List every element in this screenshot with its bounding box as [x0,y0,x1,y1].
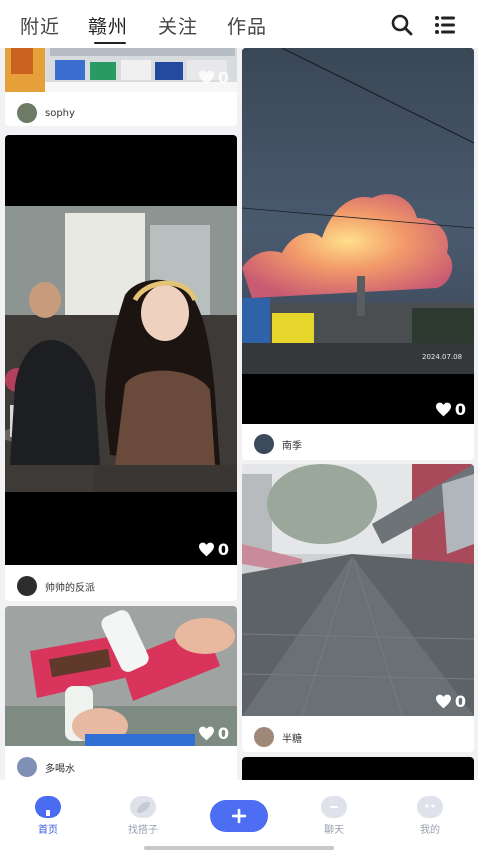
active-tab-indicator [94,42,126,44]
nav-chat-label: 聊天 [324,825,344,836]
tab-nearby[interactable]: 附近 [20,12,60,39]
post-card[interactable]: 0 sophy [5,48,237,126]
create-post-button[interactable] [210,800,268,832]
post-author[interactable]: 半糖 [254,727,302,747]
post-image [5,135,237,565]
like-count-value: 0 [217,724,229,743]
like-count-value: 0 [454,692,466,711]
like-count-value: 0 [217,68,229,87]
tab-following[interactable]: 关注 [158,12,198,39]
home-icon [35,796,61,818]
bottom-nav: 首页 找搭子 聊天 我的 [0,780,478,850]
plus-icon [231,808,247,824]
post-author[interactable]: sophy [17,103,75,123]
author-name: 多喝水 [45,763,75,775]
post-card[interactable] [242,757,474,780]
nav-find-partner[interactable]: 找搭子 [113,796,173,836]
nav-home[interactable]: 首页 [18,796,78,836]
heart-icon [198,726,214,741]
nav-chat[interactable]: 聊天 [304,796,364,836]
author-name: 帅帅的反派 [45,582,95,594]
nav-me[interactable]: 我的 [400,796,460,836]
heart-icon [198,70,214,85]
like-count-value: 0 [217,540,229,559]
like-count[interactable]: 0 [435,400,466,419]
post-card[interactable]: 0 多喝水 [5,606,237,780]
leaf-icon [130,796,156,818]
post-image [242,48,474,424]
like-count[interactable]: 0 [198,540,229,559]
heart-icon [435,402,451,417]
like-count-value: 0 [454,400,466,419]
nav-home-label: 首页 [38,825,58,836]
author-name: sophy [45,107,75,119]
nav-find-partner-label: 找搭子 [128,825,158,836]
heart-icon [435,694,451,709]
tab-works[interactable]: 作品 [227,12,267,39]
top-bar: 附近 赣州 关注 作品 [0,0,478,48]
like-count[interactable]: 0 [435,692,466,711]
search-icon[interactable] [390,13,414,37]
avatar [17,576,37,596]
post-image [242,464,474,716]
avatar [254,434,274,454]
menu-list-icon[interactable] [433,13,457,37]
avatar [17,757,37,777]
post-card[interactable]: 2024.07.08 0 南季 [242,48,474,460]
author-name: 半糖 [282,733,302,745]
post-author[interactable]: 帅帅的反派 [17,576,95,596]
chat-bubble-icon [321,796,347,818]
post-card[interactable]: 0 帅帅的反派 [5,135,237,601]
heart-icon [198,542,214,557]
home-indicator [144,846,334,850]
post-author[interactable]: 南季 [254,434,302,454]
like-count[interactable]: 0 [198,724,229,743]
avatar [17,103,37,123]
nav-me-label: 我的 [420,825,440,836]
like-count[interactable]: 0 [198,68,229,87]
profile-face-icon [417,796,443,818]
photo-date-stamp: 2024.07.08 [422,353,463,361]
author-name: 南季 [282,440,302,452]
tab-ganzhou[interactable]: 赣州 [88,12,128,39]
post-author[interactable]: 多喝水 [17,757,75,777]
avatar [254,727,274,747]
post-card[interactable]: 0 半糖 [242,464,474,752]
feed: 0 sophy 0 帅帅的反派 0 多喝水 2024.07.08 0 南季 0 … [0,48,478,780]
